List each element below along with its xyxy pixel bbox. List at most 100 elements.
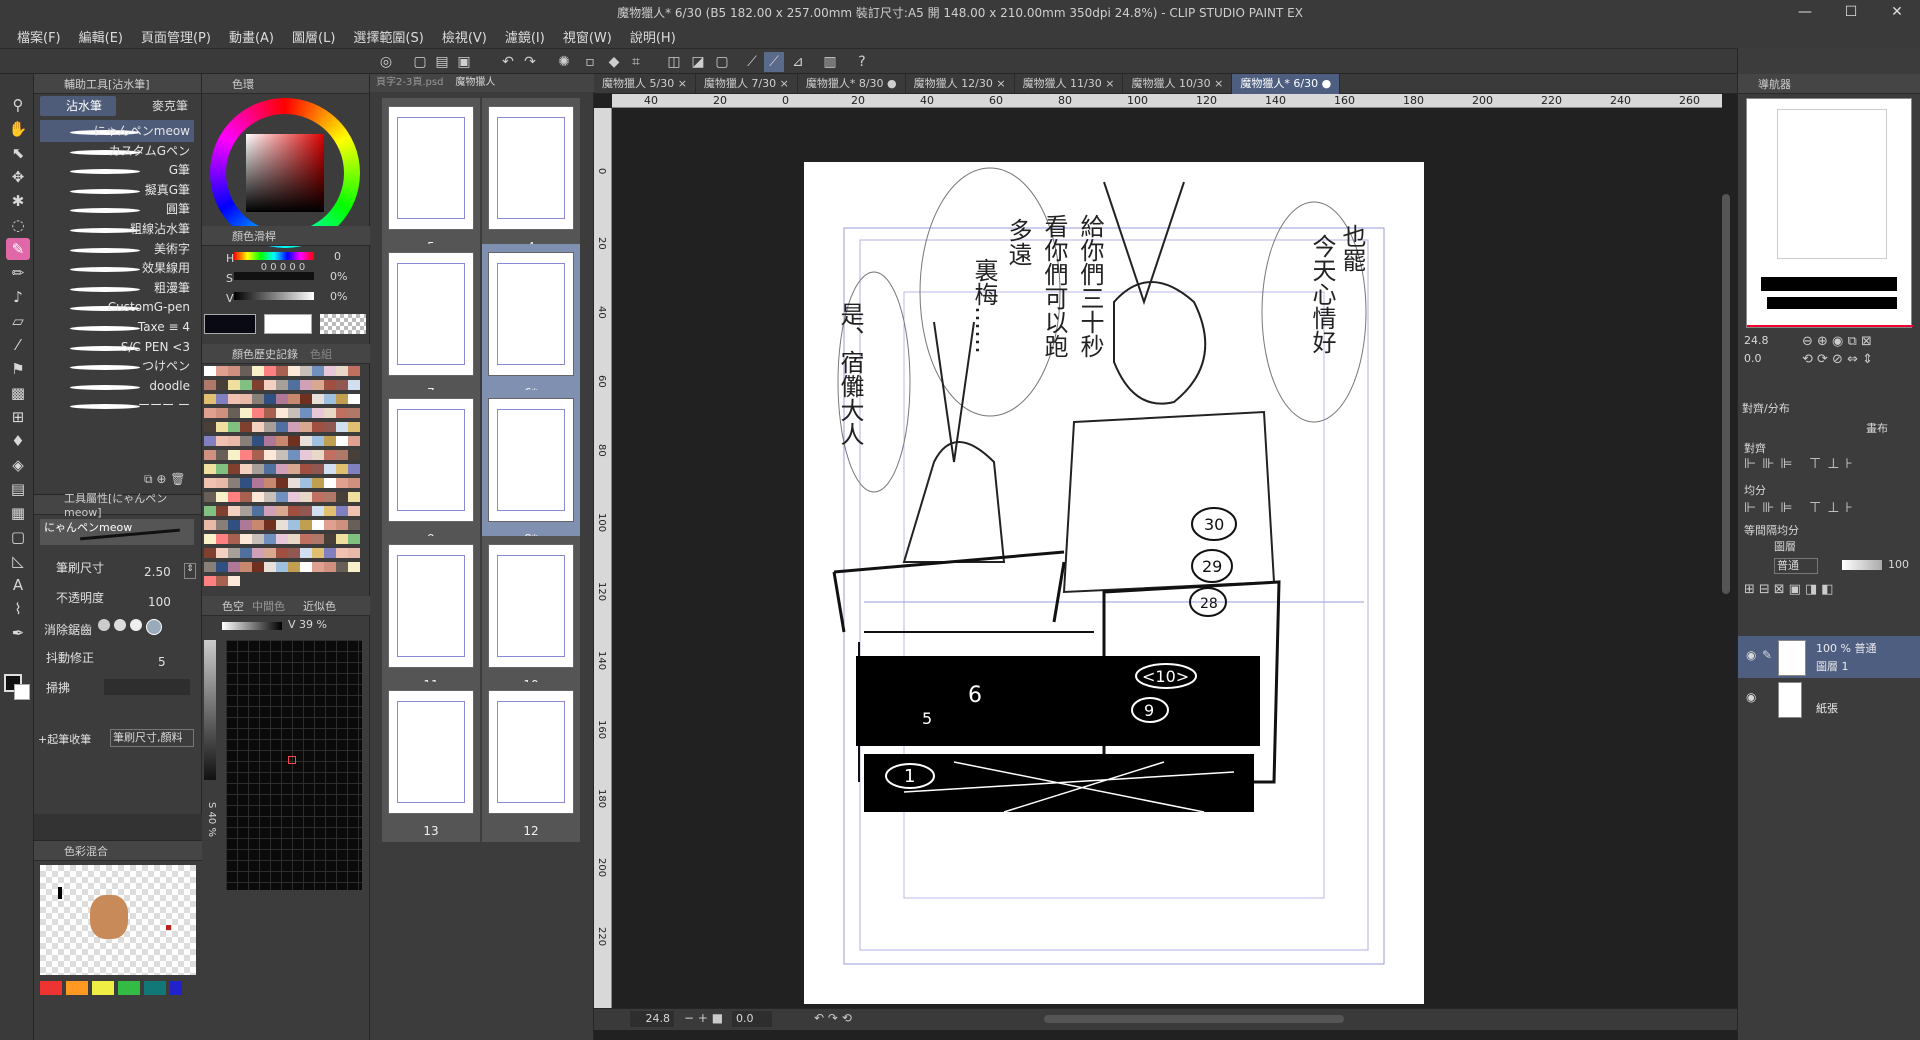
page-thumbnail[interactable]: 12 [482,682,580,842]
similar-s-slider[interactable] [204,640,216,780]
pin-icon[interactable]: ⚑ [6,358,30,380]
brush-item[interactable]: ーーー ー [40,394,194,416]
page-thumbnail[interactable]: 7 [382,244,480,404]
clear-icon[interactable]: ▫ [580,52,600,72]
palette-swatch[interactable] [240,562,252,572]
palette-swatch[interactable] [276,478,288,488]
layer-1-visibility-icon[interactable]: ◉ [1746,648,1756,662]
pencil-icon[interactable]: ✏ [6,262,30,284]
angle-field[interactable]: 0.0 [732,1011,772,1027]
palette-swatch[interactable] [348,478,360,488]
palette-swatch[interactable] [216,492,228,502]
document-tab[interactable]: 魔物獵人 11/30 × [1015,73,1124,94]
palette-swatch[interactable] [324,422,336,432]
brush-icon[interactable]: ♪ [6,286,30,308]
h-slider[interactable] [234,252,314,260]
zoom-field[interactable]: 24.8 [630,1011,674,1027]
palette-swatch[interactable] [324,520,336,530]
palette-swatch[interactable] [336,478,348,488]
palette-swatch[interactable] [252,492,264,502]
palette-swatch[interactable] [216,380,228,390]
page-thumbnail[interactable]: 6* [482,244,580,404]
palette-swatch[interactable] [276,380,288,390]
palette-swatch[interactable] [216,548,228,558]
palette-swatch[interactable] [288,394,300,404]
palette-swatch[interactable] [252,380,264,390]
palette-swatch[interactable] [264,506,276,516]
palette-swatch[interactable] [312,562,324,572]
text-icon[interactable]: A [6,574,30,596]
palette-swatch[interactable] [204,534,216,544]
palette-swatch[interactable] [216,506,228,516]
s-slider[interactable] [234,272,314,280]
decoration-icon[interactable]: ▩ [6,382,30,404]
palette-swatch[interactable] [312,450,324,460]
palette-swatch[interactable] [264,492,276,502]
palette-swatch[interactable] [228,520,240,530]
palette-swatch[interactable] [204,576,216,586]
palette-swatch[interactable] [348,366,360,376]
palette-swatch[interactable] [264,394,276,404]
menu-select[interactable]: 選擇範圍(S) [344,27,432,46]
palette-swatch[interactable] [288,478,300,488]
nav-zoom[interactable]: 24.8 [1744,334,1780,348]
palette-swatch[interactable] [240,380,252,390]
blend-icon[interactable]: ♦ [6,430,30,452]
frame-icon[interactable]: ▦ [6,502,30,524]
palette-swatch[interactable] [348,380,360,390]
palette-swatch[interactable] [240,408,252,418]
palette-swatch[interactable] [300,506,312,516]
palette-swatch[interactable] [240,422,252,432]
stroke-slider[interactable] [104,679,190,695]
canvas-page[interactable]: 是、宿儺大人 給你們三十秒 看你們可以跑 多遠 裏梅…… 也罷 今天心情好 30… [804,162,1424,1004]
page-tab-2[interactable]: 魔物獵人 [449,74,501,92]
palette-swatch[interactable] [204,380,216,390]
align-buttons[interactable]: ⊩⊪⊫ ⊤⊥⊦ [1744,456,1859,472]
palette-swatch[interactable] [324,492,336,502]
palette-swatch[interactable] [276,506,288,516]
palette-swatch[interactable] [288,534,300,544]
palette-swatch[interactable] [264,380,276,390]
horizontal-scrollbar[interactable] [1044,1015,1344,1023]
palette-swatch[interactable] [276,366,288,376]
antialias-selector[interactable] [98,619,194,637]
palette-swatch[interactable] [348,394,360,404]
layer-opacity-slider[interactable] [1842,560,1882,570]
palette-swatch[interactable] [348,408,360,418]
help-icon[interactable]: ? [852,52,872,72]
palette-swatch[interactable] [204,366,216,376]
palette-swatch[interactable] [348,506,360,516]
palette-swatch[interactable] [300,450,312,460]
palette-swatch[interactable] [204,548,216,558]
maximize-button[interactable]: ☐ [1828,0,1874,24]
page-thumbnail[interactable]: 13 [382,682,480,842]
menu-file[interactable]: 檔案(F) [8,27,70,46]
palette-swatch[interactable] [216,422,228,432]
palette-swatch[interactable] [288,450,300,460]
palette-swatch[interactable] [324,478,336,488]
menu-window[interactable]: 視窗(W) [554,27,621,46]
palette-swatch[interactable] [288,562,300,572]
palette-swatch[interactable] [252,478,264,488]
palette-swatch[interactable] [240,394,252,404]
page-thumbnail[interactable]: 10 [482,536,580,696]
figure-icon[interactable]: ▢ [6,526,30,548]
palette-swatch[interactable] [312,478,324,488]
palette-swatch[interactable] [228,394,240,404]
palette-swatch[interactable] [252,436,264,446]
pen-icon[interactable]: ✎ [6,238,30,260]
palette-swatch[interactable] [312,492,324,502]
palette-swatch[interactable] [228,562,240,572]
transparent-chip[interactable] [320,314,366,334]
transform-icon[interactable]: ⌗ [626,52,646,72]
palette-swatch[interactable] [300,534,312,544]
palette-swatch[interactable] [300,394,312,404]
palette-swatch[interactable] [216,366,228,376]
palette-swatch[interactable] [348,548,360,558]
saturation-square[interactable] [246,134,324,212]
palette-swatch[interactable] [264,366,276,376]
palette-swatch[interactable] [300,464,312,474]
menu-help[interactable]: 說明(H) [621,27,685,46]
bucket-icon[interactable]: ◈ [6,454,30,476]
fill-icon[interactable]: ◆ [604,52,624,72]
